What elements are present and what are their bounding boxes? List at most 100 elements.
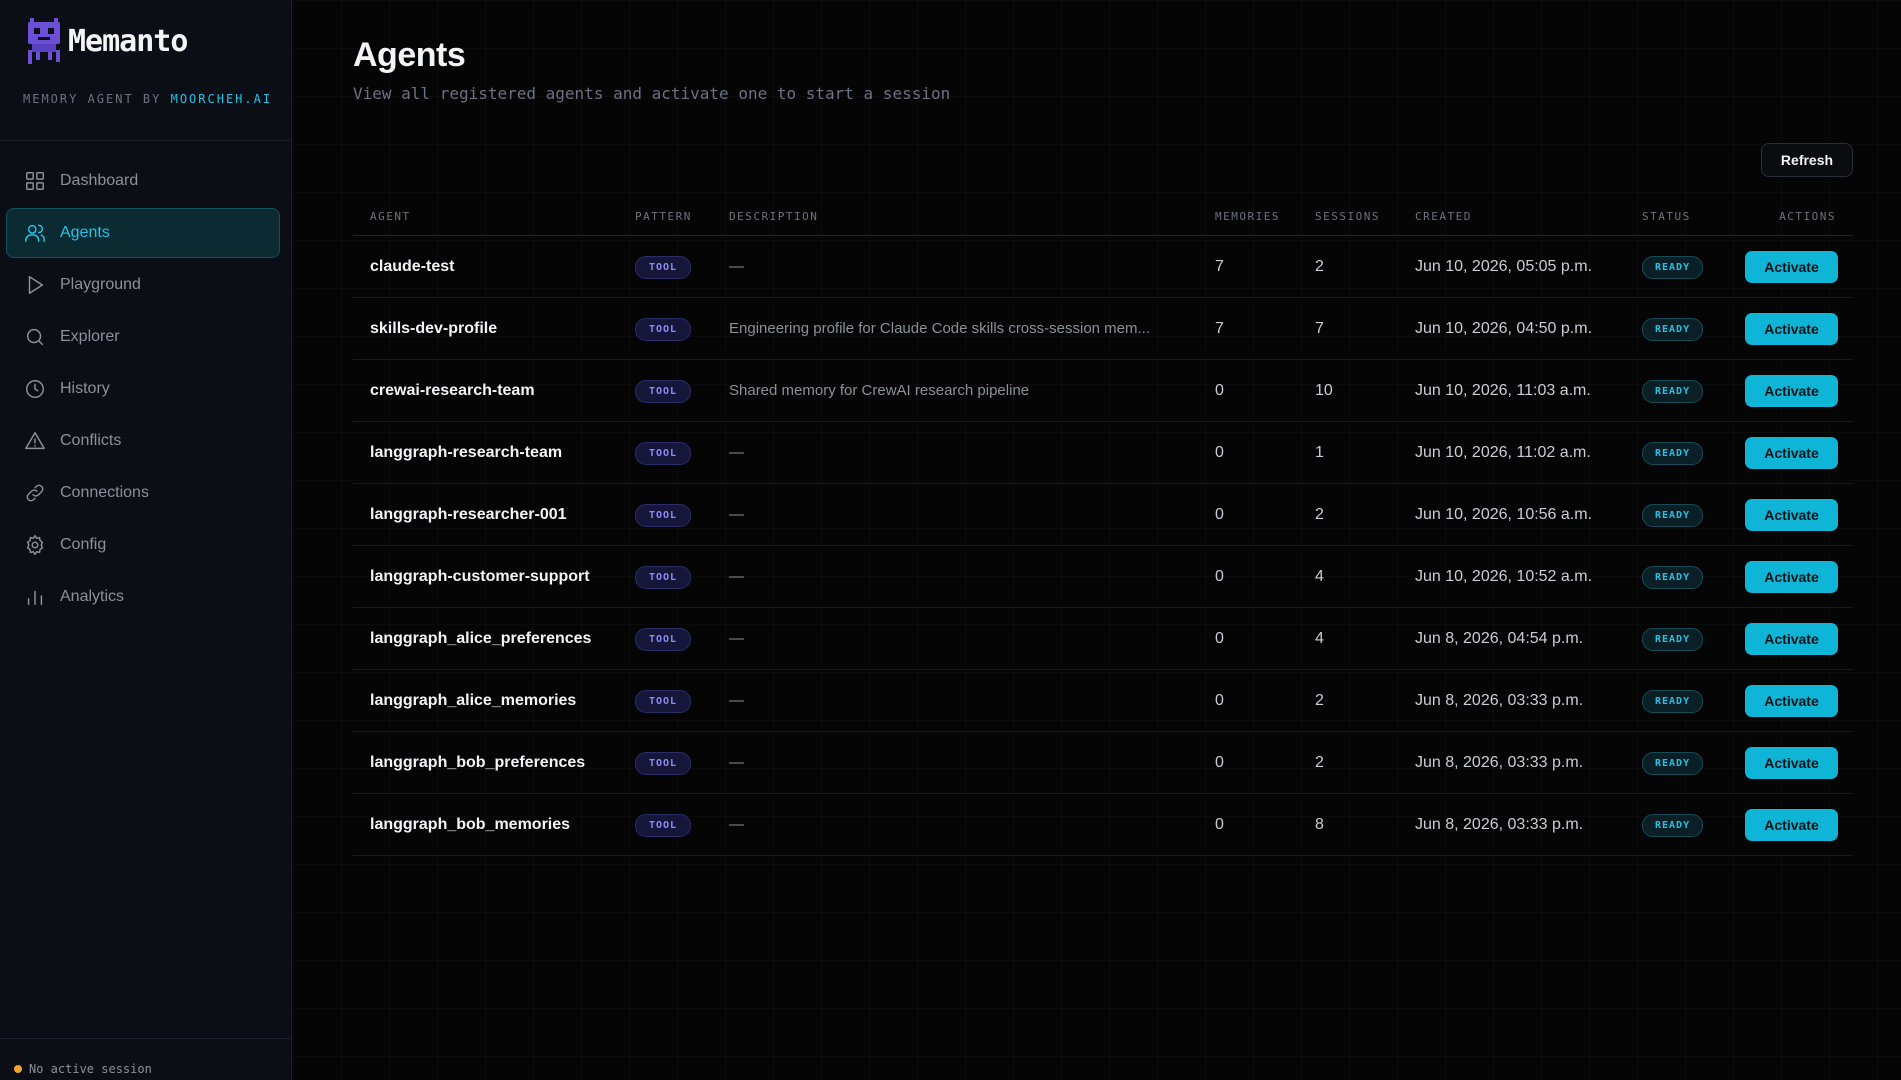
pattern-badge: TOOL (635, 441, 692, 465)
refresh-button[interactable]: Refresh (1761, 143, 1853, 177)
pattern-badge: TOOL (635, 751, 692, 775)
table-row[interactable]: langgraph_alice_preferences TOOL — 0 4 J… (353, 608, 1853, 670)
sessions-count: 2 (1315, 258, 1324, 275)
alert-triangle-icon (25, 432, 45, 450)
agent-name: claude-test (370, 258, 455, 275)
table-row[interactable]: langgraph-researcher-001 TOOL — 0 2 Jun … (353, 484, 1853, 546)
sidebar-item-agents[interactable]: Agents (6, 208, 280, 258)
brand[interactable]: Memanto (26, 18, 188, 64)
column-header-created: CREATED (1415, 210, 1472, 223)
column-header-description: DESCRIPTION (729, 210, 819, 223)
bar-chart-icon (27, 590, 43, 606)
actions-cell: Activate (1745, 608, 1838, 670)
actions-cell: Activate (1745, 484, 1838, 546)
status-cell: READY (1642, 236, 1704, 298)
sidebar-divider (0, 140, 292, 141)
pattern-badge: TOOL (635, 317, 692, 341)
created-date: Jun 8, 2026, 03:33 p.m. (1415, 692, 1584, 709)
sidebar-item-label: Config (60, 536, 107, 553)
status-cell: READY (1642, 794, 1704, 856)
activate-button[interactable]: Activate (1745, 437, 1838, 469)
agent-description: — (729, 630, 744, 647)
column-header-status: STATUS (1642, 210, 1691, 223)
agent-name: skills-dev-profile (370, 320, 498, 337)
sidebar-item-label: Playground (60, 276, 141, 293)
table-row[interactable]: langgraph_bob_memories TOOL — 0 8 Jun 8,… (353, 794, 1853, 856)
sidebar-item-label: Analytics (60, 588, 125, 605)
sidebar-item-label: History (60, 380, 110, 397)
activate-button[interactable]: Activate (1745, 809, 1838, 841)
brand-tagline-prefix: MEMORY AGENT BY (23, 92, 171, 106)
created-date: Jun 8, 2026, 03:33 p.m. (1415, 816, 1584, 833)
activate-button[interactable]: Activate (1745, 313, 1838, 345)
table-row[interactable]: crewai-research-team TOOL Shared memory … (353, 360, 1853, 422)
sidebar-item-dashboard[interactable]: Dashboard (6, 156, 280, 206)
sessions-count: 7 (1315, 320, 1324, 337)
activate-button[interactable]: Activate (1745, 685, 1838, 717)
brand-tagline-link[interactable]: MOORCHEH.AI (171, 92, 272, 106)
column-header-sessions: SESSIONS (1315, 210, 1380, 223)
sessions-count: 8 (1315, 816, 1324, 833)
activate-button[interactable]: Activate (1745, 251, 1838, 283)
status-badge: READY (1642, 503, 1704, 527)
agent-name: langgraph_bob_memories (370, 816, 571, 833)
agent-description: — (729, 568, 744, 585)
actions-cell: Activate (1745, 794, 1838, 856)
status-cell: READY (1642, 360, 1704, 422)
pattern-badge: TOOL (635, 503, 692, 527)
activate-button[interactable]: Activate (1745, 561, 1838, 593)
link-icon (26, 484, 44, 502)
created-date: Jun 10, 2026, 05:05 p.m. (1415, 258, 1593, 275)
status-badge: READY (1642, 317, 1704, 341)
pattern-cell: TOOL (635, 298, 692, 360)
session-status: No active session (14, 1062, 152, 1076)
status-badge: READY (1642, 751, 1704, 775)
status-badge: READY (1642, 689, 1704, 713)
brand-name: Memanto (68, 23, 188, 59)
pattern-cell: TOOL (635, 794, 692, 856)
pattern-badge: TOOL (635, 813, 692, 837)
search-icon (26, 328, 44, 346)
sidebar-item-config[interactable]: Config (6, 520, 280, 570)
agent-name: langgraph-researcher-001 (370, 506, 567, 523)
memories-count: 7 (1215, 320, 1224, 337)
created-date: Jun 10, 2026, 11:02 a.m. (1415, 444, 1591, 461)
page-subtitle: View all registered agents and activate … (353, 84, 951, 103)
activate-button[interactable]: Activate (1745, 623, 1838, 655)
table-row[interactable]: langgraph-research-team TOOL — 0 1 Jun 1… (353, 422, 1853, 484)
memories-count: 0 (1215, 444, 1224, 461)
sidebar-item-playground[interactable]: Playground (6, 260, 280, 310)
agent-name: langgraph_bob_preferences (370, 754, 586, 771)
activate-button[interactable]: Activate (1745, 747, 1838, 779)
agent-name: crewai-research-team (370, 382, 535, 399)
actions-cell: Activate (1745, 298, 1838, 360)
sidebar-item-history[interactable]: History (6, 364, 280, 414)
sidebar-item-analytics[interactable]: Analytics (6, 572, 280, 622)
created-date: Jun 10, 2026, 10:56 a.m. (1415, 506, 1593, 523)
activate-button[interactable]: Activate (1745, 499, 1838, 531)
memories-count: 0 (1215, 754, 1224, 771)
brand-tagline: MEMORY AGENT BY MOORCHEH.AI (23, 92, 272, 106)
sidebar-item-conflicts[interactable]: Conflicts (6, 416, 280, 466)
main-content: Agents View all registered agents and ac… (293, 0, 1901, 1080)
created-date: Jun 8, 2026, 03:33 p.m. (1415, 754, 1584, 771)
column-header-agent: AGENT (370, 210, 411, 223)
robot-logo-icon (28, 18, 60, 64)
table-row[interactable]: claude-test TOOL — 7 2 Jun 10, 2026, 05:… (353, 236, 1853, 298)
agent-description: — (729, 754, 744, 771)
table-row[interactable]: langgraph-customer-support TOOL — 0 4 Ju… (353, 546, 1853, 608)
table-row[interactable]: langgraph_alice_memories TOOL — 0 2 Jun … (353, 670, 1853, 732)
table-row[interactable]: skills-dev-profile TOOL Engineering prof… (353, 298, 1853, 360)
status-cell: READY (1642, 484, 1704, 546)
sidebar-item-connections[interactable]: Connections (6, 468, 280, 518)
activate-button[interactable]: Activate (1745, 375, 1838, 407)
pattern-cell: TOOL (635, 670, 692, 732)
table-row[interactable]: langgraph_bob_preferences TOOL — 0 2 Jun… (353, 732, 1853, 794)
actions-cell: Activate (1745, 670, 1838, 732)
pattern-cell: TOOL (635, 608, 692, 670)
sidebar-nav: Dashboard Agents Playground Explorer His… (6, 156, 280, 624)
actions-cell: Activate (1745, 236, 1838, 298)
sidebar-item-label: Explorer (60, 328, 120, 345)
sidebar-item-explorer[interactable]: Explorer (6, 312, 280, 362)
agent-name: langgraph-customer-support (370, 568, 590, 585)
